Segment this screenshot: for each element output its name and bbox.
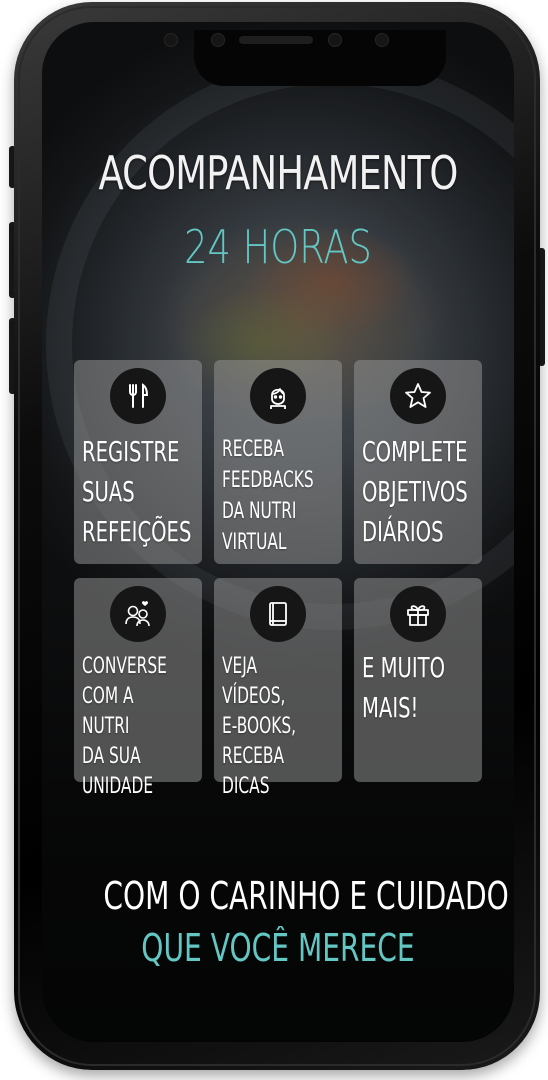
feature-card-feedbacks[interactable]: RECEBA FEEDBACKS DA NUTRI VIRTUAL xyxy=(214,360,342,564)
feature-card-register-meals[interactable]: REGISTRE SUAS REFEIÇÕES xyxy=(74,360,202,564)
front-camera xyxy=(328,33,342,47)
sensor-dot xyxy=(375,33,389,47)
fork-knife-icon xyxy=(110,368,166,424)
feature-label: REGISTRE SUAS REFEIÇÕES xyxy=(82,435,192,548)
feature-card-daily-goals[interactable]: COMPLETE OBJETIVOS DIÁRIOS xyxy=(354,360,482,564)
nutritionist-icon xyxy=(250,368,306,424)
headline-title: ACOMPANHAMENTO xyxy=(98,146,458,200)
feature-label: CONVERSE COM A NUTRI DA SUA UNIDADE xyxy=(82,654,167,799)
sensor-dot xyxy=(164,33,178,47)
phone-notch xyxy=(194,30,446,86)
sensor-dot xyxy=(211,33,225,47)
ebook-icon xyxy=(250,586,306,642)
footer-tagline: COM O CARINHO E CUIDADO xyxy=(103,874,509,918)
feature-card-videos-ebooks[interactable]: VEJA VÍDEOS, E-BOOKS, RECEBA DICAS xyxy=(214,578,342,799)
feature-label: E MUITO MAIS! xyxy=(362,651,446,724)
feature-card-chat-nutri[interactable]: CONVERSE COM A NUTRI DA SUA UNIDADE xyxy=(74,578,202,799)
feature-label: COMPLETE OBJETIVOS DIÁRIOS xyxy=(362,435,468,548)
gift-icon xyxy=(390,586,446,642)
chat-people-icon xyxy=(110,586,166,642)
feature-label: RECEBA FEEDBACKS DA NUTRI VIRTUAL xyxy=(222,437,314,555)
footer-tagline-accent: QUE VOCÊ MERECE xyxy=(141,926,415,970)
earpiece-speaker xyxy=(239,36,313,44)
headline-subtitle: 24 HORAS xyxy=(184,220,372,274)
feature-label: VEJA VÍDEOS, E-BOOKS, RECEBA DICAS xyxy=(222,654,297,799)
phone-mockup: ACOMPANHAMENTO 24 HORAS REGISTRE SUAS RE… xyxy=(0,0,548,1080)
star-icon xyxy=(390,368,446,424)
feature-card-much-more[interactable]: E MUITO MAIS! xyxy=(354,578,482,782)
